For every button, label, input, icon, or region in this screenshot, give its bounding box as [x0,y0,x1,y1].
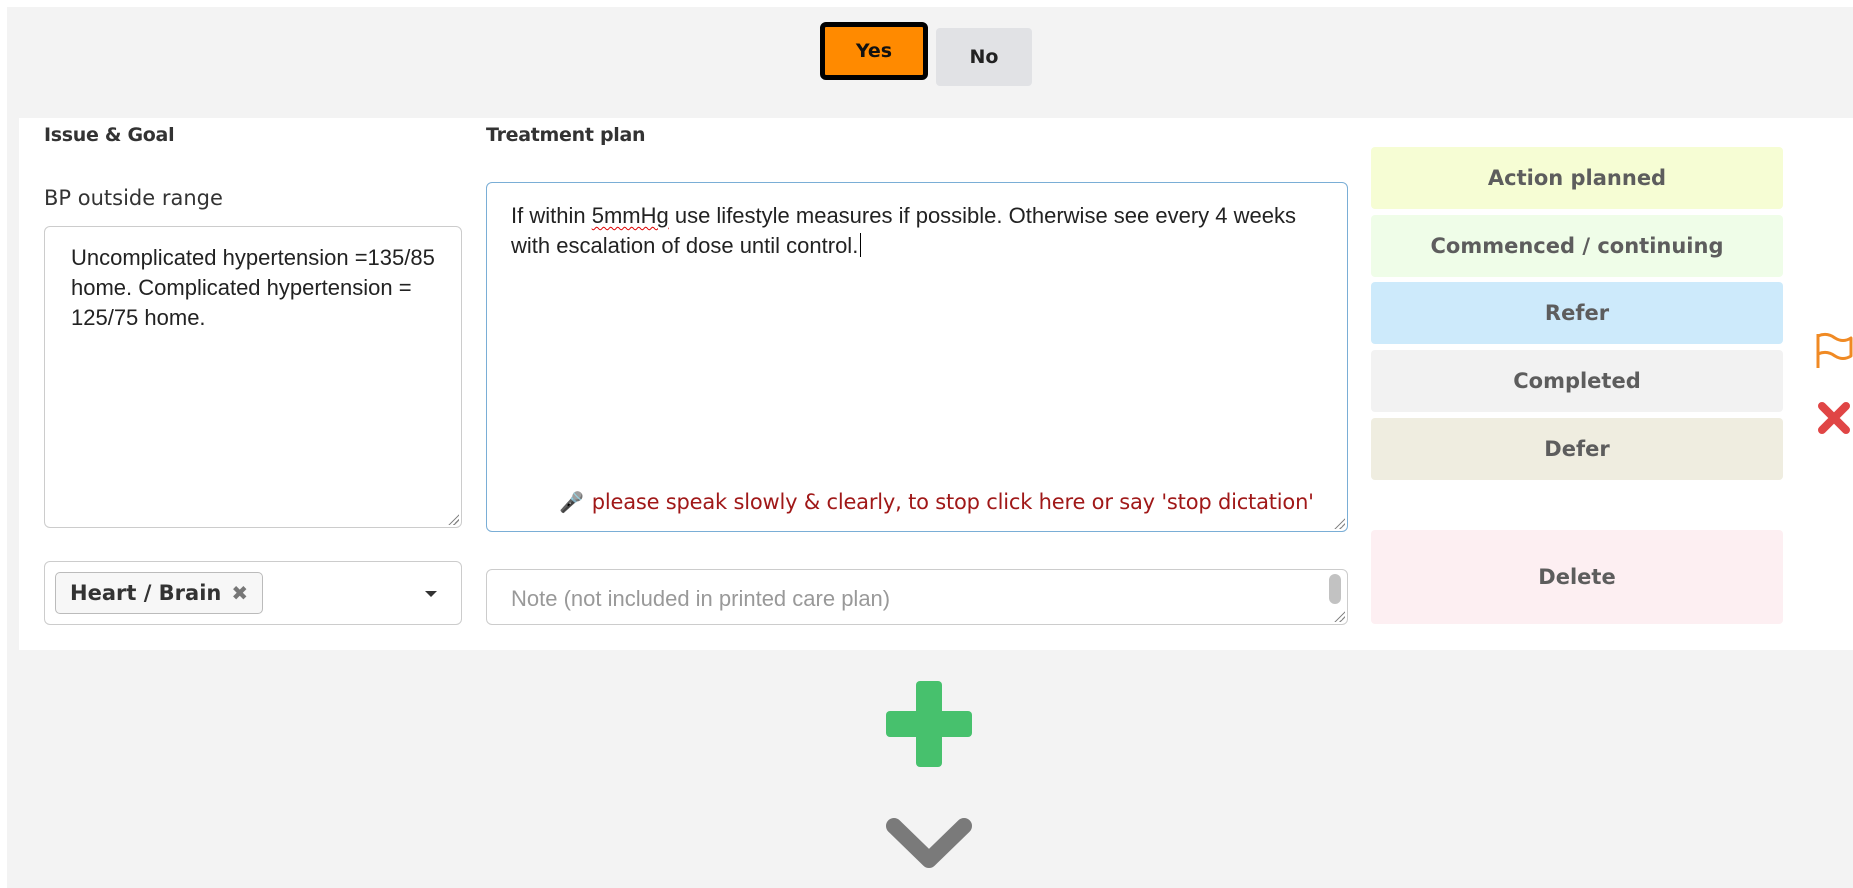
misspelled-word: 5mmHg [591,203,669,228]
chevron-down-icon[interactable] [886,816,972,872]
delete-button[interactable]: Delete [1371,530,1783,624]
text-cursor [860,233,862,257]
treatment-plan-heading: Treatment plan [486,124,646,146]
resize-handle[interactable] [1333,610,1345,622]
issue-name: BP outside range [44,186,223,210]
care-plan-item-card: Issue & Goal BP outside range Uncomplica… [19,118,1853,650]
yes-no-toggle: Yes No [820,22,1032,86]
yes-button[interactable]: Yes [820,22,928,80]
plan-text-part: If within [511,203,592,228]
commenced-continuing-button[interactable]: Commenced / continuing [1371,215,1783,277]
refer-button[interactable]: Refer [1371,282,1783,344]
note-scrollbar[interactable] [1329,574,1341,604]
category-tag-label: Heart / Brain [70,581,222,605]
goal-text: Uncomplicated hypertension =135/85 home.… [71,245,435,330]
flag-icon[interactable] [1813,330,1853,370]
note-textarea[interactable]: Note (not included in printed care plan) [486,569,1348,625]
no-button[interactable]: No [936,28,1032,86]
action-planned-button[interactable]: Action planned [1371,147,1783,209]
note-placeholder: Note (not included in printed care plan) [511,586,891,611]
dictation-message: please speak slowly & clearly, to stop c… [591,490,1314,514]
remove-tag-icon[interactable]: ✖ [231,578,248,608]
defer-button[interactable]: Defer [1371,418,1783,480]
category-select[interactable]: Heart / Brain ✖ [44,561,462,625]
dropdown-arrow-icon[interactable] [425,591,437,597]
completed-button[interactable]: Completed [1371,350,1783,412]
microphone-icon: 🎤 [559,490,584,514]
treatment-plan-textarea[interactable]: If within 5mmHg use lifestyle measures i… [486,182,1348,532]
resize-handle[interactable] [447,513,459,525]
issue-goal-heading: Issue & Goal [44,124,175,146]
remove-icon[interactable] [1816,400,1852,436]
add-icon[interactable] [886,681,972,767]
stop-dictation-link[interactable]: 🎤 please speak slowly & clearly, to stop… [559,490,1314,514]
resize-handle[interactable] [1333,517,1345,529]
goal-textarea[interactable]: Uncomplicated hypertension =135/85 home.… [44,226,462,528]
category-tag: Heart / Brain ✖ [55,572,264,614]
